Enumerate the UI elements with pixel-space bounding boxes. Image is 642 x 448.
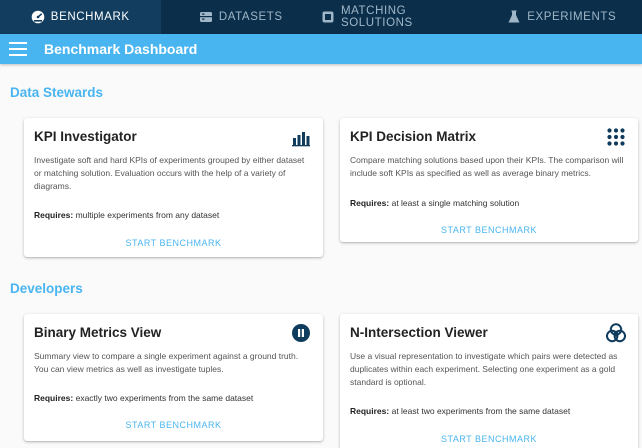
card-title: Binary Metrics View [34, 325, 162, 340]
requires-text: exactly two experiments from the same da… [75, 393, 254, 403]
card-description: Use a visual representation to investiga… [350, 351, 618, 387]
start-benchmark-button[interactable]: START BENCHMARK [340, 434, 638, 444]
page-title: Benchmark Dashboard [44, 41, 198, 57]
pause-circle-icon [292, 324, 310, 342]
requires-text: at least two experiments from the same d… [391, 406, 571, 416]
tab-matching-solutions-label: MATCHING SOLUTIONS [340, 5, 413, 29]
hamburger-menu-icon[interactable] [9, 42, 27, 56]
speedometer-icon [31, 10, 45, 24]
section-title-data-stewards: Data Stewards [10, 85, 104, 100]
card-requirements: Requires: multiple experiments from any … [34, 210, 313, 220]
card-requirements: Requires: at least two experiments from … [350, 406, 628, 416]
card-title: KPI Decision Matrix [350, 129, 477, 144]
tab-datasets-label: DATASETS [218, 11, 283, 23]
section-title-developers: Developers [10, 281, 83, 296]
dot-grid-icon [607, 128, 625, 146]
start-benchmark-button[interactable]: START BENCHMARK [24, 420, 323, 430]
tab-experiments[interactable]: EXPERIMENTS [482, 0, 642, 34]
requires-label: Requires: [350, 406, 390, 416]
app-box-icon [322, 11, 334, 23]
start-benchmark-button[interactable]: START BENCHMARK [340, 225, 638, 235]
tab-benchmark-label: BENCHMARK [50, 11, 130, 23]
start-benchmark-button[interactable]: START BENCHMARK [24, 238, 323, 248]
tab-experiments-label: EXPERIMENTS [527, 11, 617, 23]
requires-label: Requires: [34, 393, 74, 403]
card-n-intersection-viewer: N-Intersection Viewer Use a visual repre… [340, 314, 638, 448]
tab-datasets[interactable]: DATASETS [161, 0, 322, 34]
card-description: Investigate soft and hard KPIs of experi… [34, 155, 305, 191]
card-requirements: Requires: at least a single matching sol… [350, 198, 628, 208]
app-bar: Benchmark Dashboard [0, 34, 642, 64]
bar-chart-icon [292, 132, 310, 147]
card-title: KPI Investigator [34, 129, 137, 144]
requires-text: multiple experiments from any dataset [75, 210, 220, 220]
requires-label: Requires: [34, 210, 74, 220]
tab-matching-solutions[interactable]: MATCHING SOLUTIONS [321, 0, 482, 34]
requires-label: Requires: [350, 198, 390, 208]
card-kpi-decision-matrix: KPI Decision Matrix Compare matching sol… [340, 118, 638, 242]
card-description: Compare matching solutions based upon th… [350, 155, 624, 178]
card-title: N-Intersection Viewer [350, 325, 488, 340]
requires-text: at least a single matching solution [391, 198, 520, 208]
card-binary-metrics-view: Binary Metrics View Summary view to comp… [24, 314, 323, 441]
tab-benchmark[interactable]: BENCHMARK [0, 0, 161, 34]
card-kpi-investigator: KPI Investigator Investigate soft and ha… [24, 118, 323, 257]
venn-diagram-icon [606, 323, 626, 343]
database-icon [199, 12, 212, 22]
flask-icon [508, 10, 520, 23]
card-description: Summary view to compare a single experim… [34, 351, 299, 374]
card-requirements: Requires: exactly two experiments from t… [34, 393, 313, 403]
top-navigation: BENCHMARK DATASETS MATCHING SOLUTIONS EX… [0, 0, 642, 34]
